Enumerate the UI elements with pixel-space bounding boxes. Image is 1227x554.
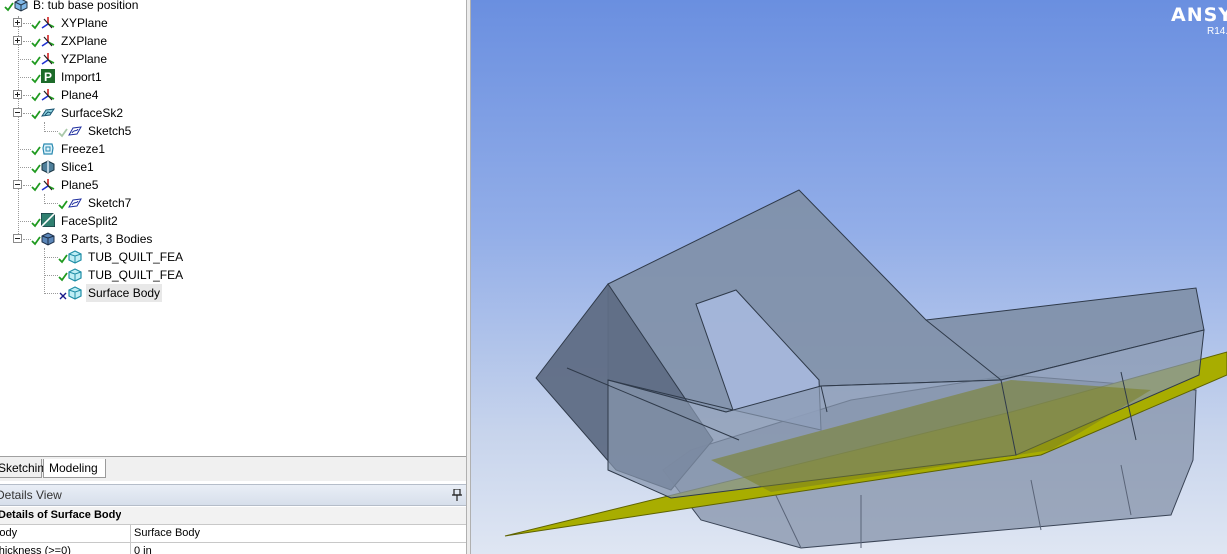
tree-item-plane4[interactable]: Plane4 <box>0 86 200 104</box>
plane-axes-icon <box>41 17 55 29</box>
tree-item-sketch5[interactable]: Sketch5 <box>0 122 200 140</box>
plane-axes-icon <box>41 179 55 191</box>
pin-icon[interactable] <box>452 489 462 501</box>
ansys-logo: ANSYS <box>1171 4 1227 26</box>
details-view-header: Details View <box>0 484 466 506</box>
tree-item-parts-bodies[interactable]: 3 Parts, 3 Bodies <box>0 230 200 248</box>
tab-sketching[interactable]: Sketching <box>0 459 51 478</box>
freeze-icon <box>42 143 54 155</box>
tree-item-surface-body[interactable]: Surface Body <box>0 284 200 302</box>
tree-item-plane5[interactable]: Plane5 <box>0 176 200 194</box>
details-row-body[interactable]: Body Surface Body <box>0 525 466 543</box>
suppressed-x-icon <box>59 292 67 300</box>
expand-toggle[interactable] <box>13 36 22 45</box>
details-header-label: Details of Surface Body <box>0 509 122 521</box>
check-icon <box>31 74 41 84</box>
ansys-version: R14.5 <box>1207 26 1227 37</box>
left-pane: B: tub base position XYPlane ZXPlane YZP… <box>0 0 466 554</box>
check-icon <box>31 236 41 246</box>
check-icon <box>58 254 68 264</box>
tree-root[interactable]: B: tub base position <box>0 0 200 14</box>
details-row-value[interactable]: 0 in <box>134 543 152 554</box>
model-3d-view[interactable] <box>471 0 1227 554</box>
surface-body-icon <box>68 286 82 300</box>
check-icon <box>4 2 14 12</box>
tree-item-sketch7[interactable]: Sketch7 <box>0 194 200 212</box>
tree-item-yzplane[interactable]: YZPlane <box>0 50 200 68</box>
collapse-toggle[interactable] <box>13 108 22 117</box>
check-icon <box>58 200 68 210</box>
geometry-icon <box>14 0 28 12</box>
details-row-thickness[interactable]: Thickness (>=0) 0 in <box>0 543 466 554</box>
surface-body-icon <box>68 268 82 282</box>
check-icon <box>31 182 41 192</box>
check-icon <box>31 92 41 102</box>
check-icon <box>31 164 41 174</box>
face-split-icon <box>41 213 55 227</box>
tree-item-xyplane[interactable]: XYPlane <box>0 14 200 32</box>
tree-item-zxplane[interactable]: ZXPlane <box>0 32 200 50</box>
parts-bodies-icon <box>41 232 55 246</box>
plane-axes-icon <box>41 53 55 65</box>
tree-item-slice1[interactable]: Slice1 <box>0 158 200 176</box>
tree-root-label: B: tub base position <box>33 0 139 12</box>
details-row-label: Body <box>0 527 18 539</box>
sketch-icon <box>68 198 82 208</box>
tree-item-body-1[interactable]: TUB_QUILT_FEA <box>0 248 200 266</box>
check-icon <box>31 56 41 66</box>
details-row-value[interactable]: Surface Body <box>134 525 200 543</box>
surface-from-sketch-icon <box>41 108 55 117</box>
surface-body-icon <box>68 250 82 264</box>
tree-item-import1[interactable]: P Import1 <box>0 68 200 86</box>
check-icon <box>31 218 41 228</box>
expand-toggle[interactable] <box>13 90 22 99</box>
check-icon <box>58 272 68 282</box>
graphics-viewport[interactable]: ANSYS R14.5 <box>471 0 1227 554</box>
tree-tab-strip: Sketching Modeling <box>0 456 466 481</box>
tree-item-freeze1[interactable]: Freeze1 <box>0 140 200 158</box>
model-tree: B: tub base position XYPlane ZXPlane YZP… <box>0 0 466 456</box>
check-icon <box>31 110 41 120</box>
check-icon <box>31 146 41 156</box>
details-view-title: Details View <box>0 488 62 502</box>
slice-icon <box>41 160 55 174</box>
sketch-icon <box>68 126 82 136</box>
import-icon: P <box>41 69 55 83</box>
details-row-label: Thickness (>=0) <box>0 545 71 554</box>
check-icon <box>31 20 41 30</box>
check-icon <box>58 128 68 138</box>
tab-modeling[interactable]: Modeling <box>43 459 106 478</box>
svg-text:P: P <box>44 70 52 83</box>
expand-toggle[interactable] <box>13 18 22 27</box>
collapse-toggle[interactable] <box>13 234 22 243</box>
tree-item-body-2[interactable]: TUB_QUILT_FEA <box>0 266 200 284</box>
tree-item-surfacesk2[interactable]: SurfaceSk2 <box>0 104 200 122</box>
details-header-row: Details of Surface Body <box>0 507 466 525</box>
tree-item-facesplit2[interactable]: FaceSplit2 <box>0 212 200 230</box>
details-table: Details of Surface Body Body Surface Bod… <box>0 507 466 554</box>
plane-axes-icon <box>41 35 55 47</box>
plane-axes-icon <box>41 89 55 101</box>
check-icon <box>31 38 41 48</box>
collapse-toggle[interactable] <box>13 180 22 189</box>
